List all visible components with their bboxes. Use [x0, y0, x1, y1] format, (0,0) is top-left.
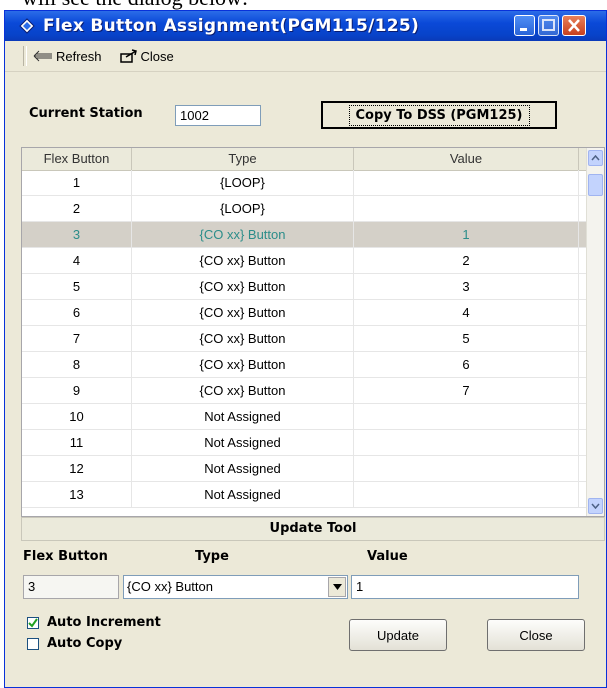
- title-bar[interactable]: Flex Button Assignment(PGM115/125): [5, 11, 606, 41]
- type-cell: {CO xx} Button: [132, 222, 354, 247]
- toolbar-grip[interactable]: [23, 46, 27, 66]
- value-cell: [354, 404, 579, 429]
- table-row[interactable]: 9 {CO xx} Button 7: [22, 378, 588, 404]
- back-arrow-icon: [33, 50, 53, 62]
- value-cell: 5: [354, 326, 579, 351]
- dropdown-arrow-icon[interactable]: [328, 577, 346, 597]
- value-cell: 7: [354, 378, 579, 403]
- auto-increment-checkbox[interactable]: [27, 616, 39, 629]
- value-field[interactable]: 1: [351, 575, 579, 599]
- close-window-button[interactable]: [562, 15, 586, 36]
- table-row[interactable]: 6 {CO xx} Button 4: [22, 300, 588, 326]
- flex-button-field[interactable]: 3: [23, 575, 119, 599]
- type-cell: {LOOP}: [132, 170, 354, 195]
- close-button[interactable]: Close: [487, 619, 585, 651]
- flex-button-cell: 5: [22, 274, 132, 299]
- auto-increment-label: Auto Increment: [47, 615, 161, 630]
- type-cell: {CO xx} Button: [132, 274, 354, 299]
- value-cell: 6: [354, 352, 579, 377]
- table-row[interactable]: 10 Not Assigned: [22, 404, 588, 430]
- value-cell: 4: [354, 300, 579, 325]
- column-header-type[interactable]: Type: [132, 148, 354, 170]
- table-row[interactable]: 5 {CO xx} Button 3: [22, 274, 588, 300]
- close-label: Close: [140, 48, 174, 64]
- type-dropdown-value: {CO xx} Button: [127, 579, 213, 594]
- current-station-label: Current Station: [29, 106, 143, 121]
- flex-button-cell: 9: [22, 378, 132, 403]
- flex-button-cell: 10: [22, 404, 132, 429]
- table-row[interactable]: 2 {LOOP}: [22, 196, 588, 222]
- type-cell: {CO xx} Button: [132, 300, 354, 325]
- refresh-label: Refresh: [56, 48, 102, 64]
- value-cell: [354, 456, 579, 481]
- grid-header: Flex Button Type Value: [22, 148, 588, 171]
- copy-to-dss-button[interactable]: Copy To DSS (PGM125): [321, 101, 557, 129]
- type-cell: {CO xx} Button: [132, 352, 354, 377]
- type-cell: Not Assigned: [132, 482, 354, 507]
- flex-button-cell: 8: [22, 352, 132, 377]
- maximize-button[interactable]: [538, 15, 559, 36]
- flex-button-cell: 7: [22, 326, 132, 351]
- type-field-label: Type: [195, 549, 229, 564]
- table-row[interactable]: 4 {CO xx} Button 2: [22, 248, 588, 274]
- flex-button-cell: 13: [22, 482, 132, 507]
- column-header-value[interactable]: Value: [354, 148, 579, 170]
- window-title: Flex Button Assignment(PGM115/125): [43, 16, 420, 36]
- flex-button-cell: 11: [22, 430, 132, 455]
- value-cell: 1: [354, 222, 579, 247]
- auto-copy-label: Auto Copy: [47, 636, 123, 651]
- auto-copy-option[interactable]: Auto Copy: [27, 636, 122, 651]
- exit-icon: [119, 49, 138, 63]
- minimize-button[interactable]: [514, 15, 535, 36]
- copy-to-dss-label: Copy To DSS (PGM125): [348, 104, 530, 126]
- type-dropdown[interactable]: {CO xx} Button: [123, 575, 348, 599]
- table-row-selected[interactable]: 3 {CO xx} Button 1: [22, 222, 588, 248]
- value-cell: [354, 170, 579, 195]
- scroll-down-button[interactable]: [588, 498, 603, 514]
- station-panel: Current Station 1002 Copy To DSS (PGM125…: [5, 71, 606, 139]
- table-row[interactable]: 13 Not Assigned: [22, 482, 588, 508]
- type-cell: {CO xx} Button: [132, 378, 354, 403]
- scrollbar-thumb[interactable]: [588, 174, 603, 196]
- value-cell: [354, 482, 579, 507]
- value-cell: 2: [354, 248, 579, 273]
- toolbar: Refresh Close: [5, 41, 606, 72]
- refresh-button[interactable]: Refresh: [33, 49, 102, 64]
- flex-button-cell: 6: [22, 300, 132, 325]
- auto-copy-checkbox[interactable]: [27, 637, 39, 650]
- type-cell: Not Assigned: [132, 430, 354, 455]
- auto-increment-option[interactable]: Auto Increment: [27, 615, 161, 630]
- update-button[interactable]: Update: [349, 619, 447, 651]
- vertical-scrollbar[interactable]: [586, 148, 604, 516]
- current-station-input[interactable]: 1002: [175, 105, 261, 126]
- toolbar-close-button[interactable]: Close: [119, 48, 174, 64]
- table-row[interactable]: 1 {LOOP}: [22, 170, 588, 196]
- diamond-app-icon: [19, 18, 35, 34]
- type-cell: {CO xx} Button: [132, 248, 354, 273]
- flex-button-grid[interactable]: Flex Button Type Value 1 {LOOP} 2 {LOOP}…: [21, 147, 605, 517]
- column-header-flex-button[interactable]: Flex Button: [22, 148, 132, 170]
- value-cell: [354, 196, 579, 221]
- value-cell: [354, 430, 579, 455]
- flex-button-cell: 12: [22, 456, 132, 481]
- scroll-up-button[interactable]: [588, 150, 603, 166]
- table-row[interactable]: 8 {CO xx} Button 6: [22, 352, 588, 378]
- value-cell: 3: [354, 274, 579, 299]
- flex-button-cell: 4: [22, 248, 132, 273]
- update-tool-header: Update Tool: [21, 517, 605, 541]
- grid-body: 1 {LOOP} 2 {LOOP} 3 {CO xx} Button 1 4 {…: [22, 170, 588, 508]
- flex-button-assignment-window: Flex Button Assignment(PGM115/125) Refre…: [4, 10, 607, 688]
- table-row[interactable]: 7 {CO xx} Button 5: [22, 326, 588, 352]
- flex-button-cell: 3: [22, 222, 132, 247]
- type-cell: {CO xx} Button: [132, 326, 354, 351]
- type-cell: Not Assigned: [132, 404, 354, 429]
- type-cell: Not Assigned: [132, 456, 354, 481]
- value-field-label: Value: [367, 549, 408, 564]
- table-row[interactable]: 12 Not Assigned: [22, 456, 588, 482]
- type-cell: {LOOP}: [132, 196, 354, 221]
- table-row[interactable]: 11 Not Assigned: [22, 430, 588, 456]
- flex-button-field-label: Flex Button: [23, 549, 108, 564]
- flex-button-cell: 2: [22, 196, 132, 221]
- flex-button-cell: 1: [22, 170, 132, 195]
